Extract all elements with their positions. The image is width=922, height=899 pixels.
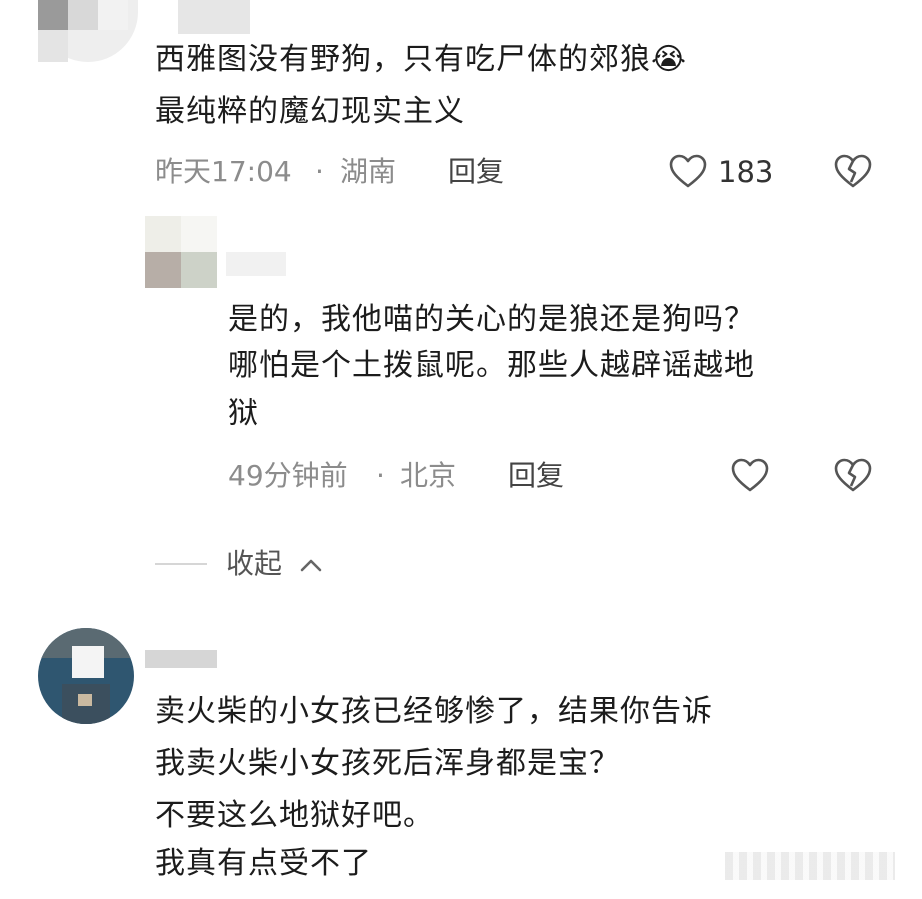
comment-1-line-2: 最纯粹的魔幻现实主义 xyxy=(155,94,465,129)
reply-location: 北京 xyxy=(400,459,457,492)
avatar-top[interactable] xyxy=(38,0,138,62)
comment-1-like-count: 183 xyxy=(718,155,774,189)
comment-3-line-4: 我真有点受不了 xyxy=(155,846,372,881)
reply-line-2: 哪怕是个土拨鼠呢。那些人越辟谣越地 xyxy=(228,348,755,383)
collapse-label[interactable]: 收起 xyxy=(226,544,282,584)
username-blur-third xyxy=(145,650,217,668)
reply-line-3: 狱 xyxy=(228,396,259,431)
reply-time: 49分钟前 xyxy=(228,459,348,492)
avatar-third[interactable] xyxy=(38,628,134,724)
username-blur-top xyxy=(178,0,250,34)
collapse-divider xyxy=(155,563,207,565)
watermark xyxy=(725,852,895,880)
comment-3-line-2: 我卖火柴小女孩死后浑身都是宝？ xyxy=(155,746,620,781)
chevron-up-icon[interactable] xyxy=(296,550,326,580)
comment-1-line-1: 西雅图没有野狗，只有吃尸体的郊狼😭 xyxy=(155,42,688,77)
comment-3-line-1: 卖火柴的小女孩已经够惨了，结果你告诉 xyxy=(155,694,713,729)
avatar-reply[interactable] xyxy=(145,216,217,288)
meta-separator: · xyxy=(315,155,324,188)
like-heart-icon[interactable] xyxy=(668,152,708,192)
dislike-broken-heart-icon[interactable] xyxy=(833,456,873,496)
username-blur-reply xyxy=(226,252,286,276)
reply-line-1: 是的，我他喵的关心的是狼还是狗吗？ xyxy=(228,302,755,337)
meta-separator: · xyxy=(376,459,385,492)
dislike-broken-heart-icon[interactable] xyxy=(833,152,873,192)
comment-1-time: 昨天17:04 xyxy=(155,155,292,188)
comment-1-location: 湖南 xyxy=(340,155,397,188)
comment-3-line-3: 不要这么地狱好吧。 xyxy=(155,798,434,833)
reply-reply-button[interactable]: 回复 xyxy=(508,456,564,496)
like-heart-icon[interactable] xyxy=(730,456,770,496)
comment-1-reply-button[interactable]: 回复 xyxy=(448,152,504,192)
